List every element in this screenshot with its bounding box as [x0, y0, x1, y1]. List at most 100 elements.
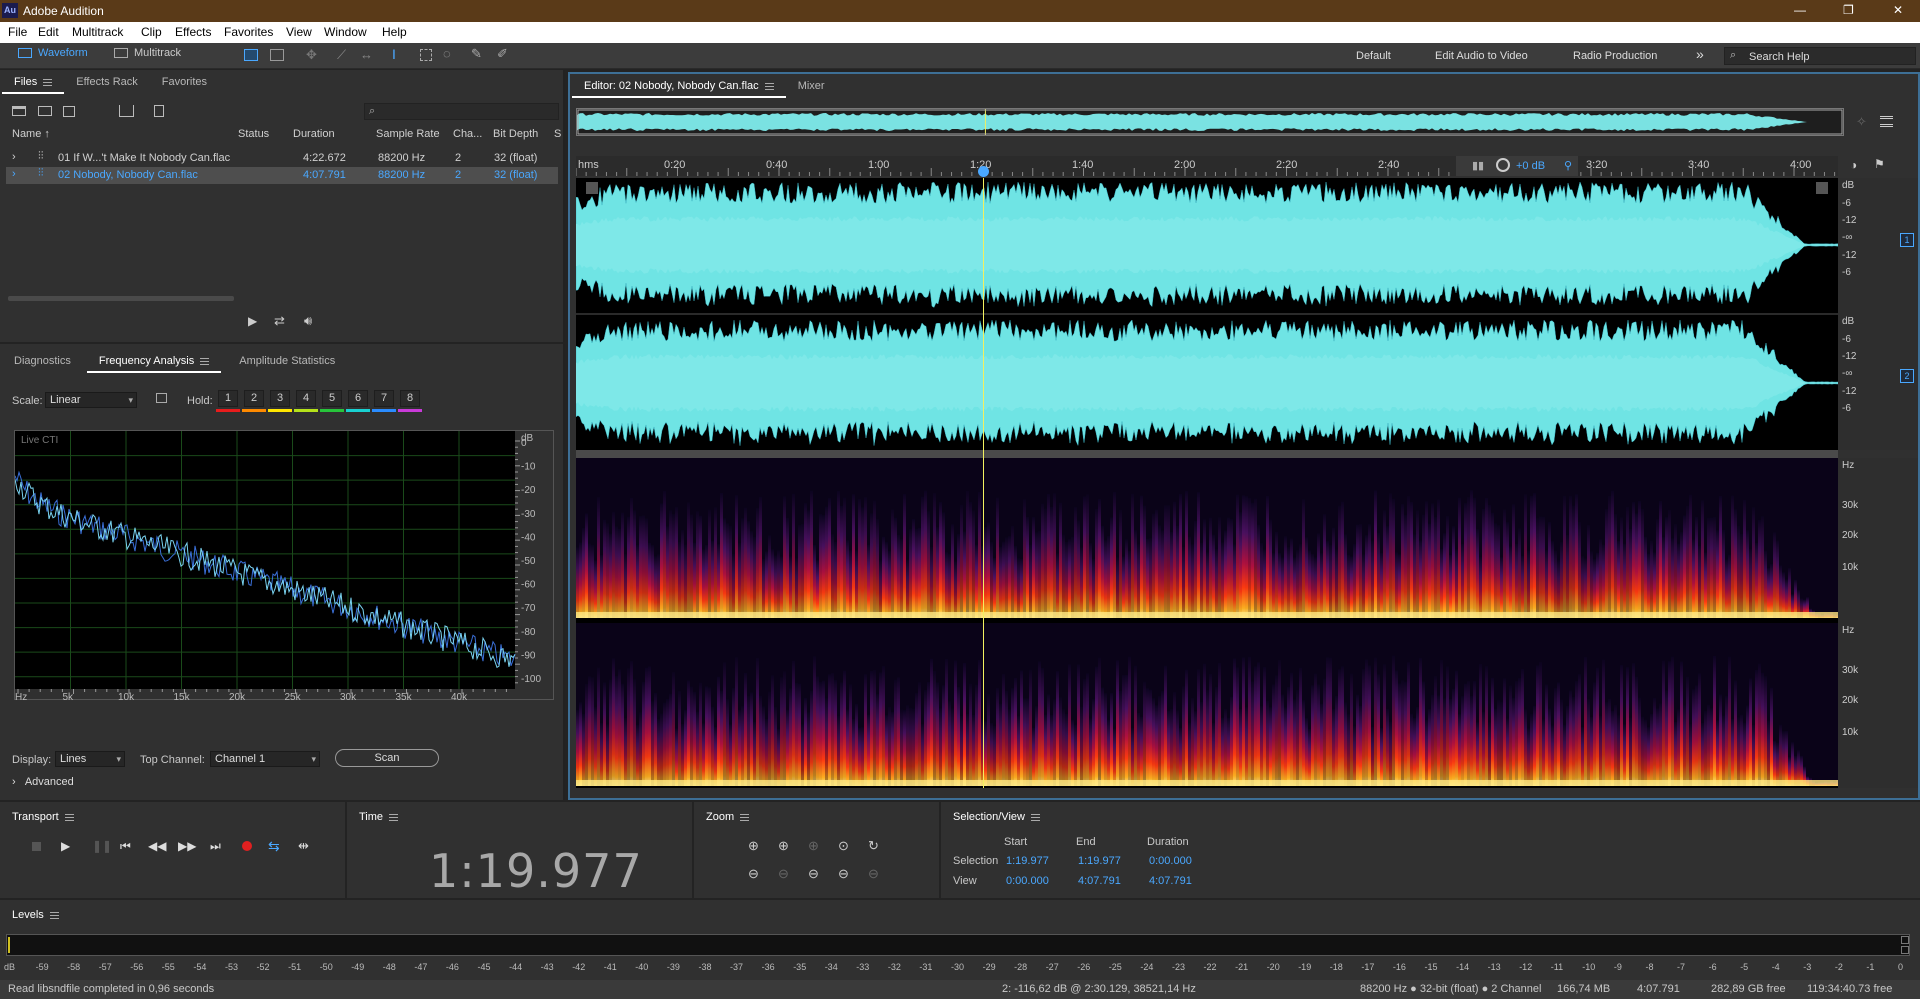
- time-display-format-icon[interactable]: ◑: [1850, 158, 1857, 172]
- menu-help[interactable]: Help: [382, 25, 407, 39]
- spectral-pitch-icon[interactable]: [270, 49, 284, 61]
- spectral-display[interactable]: [576, 458, 1838, 788]
- spectral-divider[interactable]: [576, 450, 1838, 458]
- column-bit-depth[interactable]: Bit Depth: [493, 128, 538, 140]
- loop-button[interactable]: ⇆: [268, 838, 280, 855]
- panel-layout-icon[interactable]: [1880, 116, 1893, 127]
- view-start[interactable]: 0:00.000: [1006, 875, 1049, 887]
- spot-healing-tool-icon[interactable]: ✐: [497, 46, 508, 62]
- hold-button-4[interactable]: 4: [296, 390, 316, 407]
- waveform-display[interactable]: [576, 178, 1838, 450]
- expand-icon[interactable]: ›: [12, 168, 16, 180]
- spectral-display-icon[interactable]: [244, 49, 258, 61]
- delete-icon[interactable]: [154, 105, 164, 117]
- import-file-icon[interactable]: [38, 106, 52, 116]
- file-row-selected[interactable]: › ⫶⫶ 02 Nobody, Nobody Can.flac 4:07.791…: [6, 167, 558, 184]
- tab-favorites[interactable]: Favorites: [150, 70, 219, 94]
- open-file-icon[interactable]: [12, 106, 26, 116]
- zoom-to-fit-icon[interactable]: ✧: [1856, 114, 1867, 130]
- panel-menu-icon[interactable]: [49, 911, 59, 919]
- menu-clip[interactable]: Clip: [141, 25, 162, 39]
- menu-view[interactable]: View: [286, 25, 312, 39]
- panel-menu-icon[interactable]: [740, 813, 750, 821]
- zoom-to-edges-icon[interactable]: ⊖: [838, 866, 849, 882]
- panel-menu-icon[interactable]: [389, 813, 399, 821]
- hold-button-3[interactable]: 3: [270, 390, 290, 407]
- tab-mixer[interactable]: Mixer: [786, 74, 837, 98]
- column-status[interactable]: Status: [238, 128, 269, 140]
- horizontal-scrollbar[interactable]: [8, 296, 234, 301]
- previous-button[interactable]: ⏮: [120, 839, 131, 854]
- menu-multitrack[interactable]: Multitrack: [72, 25, 123, 39]
- view-end[interactable]: 4:07.791: [1078, 875, 1121, 887]
- search-help-field[interactable]: ⌕ Search Help: [1724, 47, 1916, 65]
- waveform-view-button[interactable]: Waveform: [18, 47, 102, 65]
- hold-button-1[interactable]: 1: [218, 390, 238, 407]
- zoom-in-selection-icon[interactable]: ⊕: [808, 838, 819, 854]
- column-channels[interactable]: Cha...: [453, 128, 482, 140]
- scan-button[interactable]: Scan: [335, 749, 439, 767]
- panel-menu-icon[interactable]: [64, 813, 74, 821]
- expand-icon[interactable]: ›: [12, 151, 16, 163]
- menu-edit[interactable]: Edit: [38, 25, 59, 39]
- slip-tool-icon[interactable]: ↔: [360, 47, 373, 62]
- channel-1-toggle[interactable]: 1: [1900, 233, 1914, 247]
- tab-files[interactable]: Files: [2, 70, 65, 94]
- view-duration[interactable]: 4:07.791: [1149, 875, 1192, 887]
- insert-into-multitrack-icon[interactable]: [119, 105, 134, 117]
- gain-knob-icon[interactable]: [1496, 158, 1510, 172]
- hold-button-5[interactable]: 5: [322, 390, 342, 407]
- hold-button-2[interactable]: 2: [244, 390, 264, 407]
- menu-file[interactable]: File: [8, 25, 27, 39]
- pin-hud-icon[interactable]: ⚲: [1564, 159, 1572, 172]
- play-preview-icon[interactable]: ▶: [248, 314, 257, 328]
- current-time-display[interactable]: 1:19.977: [429, 844, 643, 898]
- menu-effects[interactable]: Effects: [175, 25, 211, 39]
- channel-2-toggle[interactable]: 2: [1900, 369, 1914, 383]
- pause-button[interactable]: ❚❚: [92, 839, 112, 853]
- overview-navigator[interactable]: [576, 108, 1844, 136]
- workspace-radio-production[interactable]: Radio Production: [1573, 50, 1657, 62]
- tab-diagnostics[interactable]: Diagnostics: [2, 349, 83, 373]
- hud-gain-control[interactable]: ▮▮ +0 dB ⚲: [1456, 156, 1578, 176]
- minimize-button[interactable]: —: [1794, 3, 1806, 17]
- zoom-out-amplitude-icon[interactable]: ⊖: [748, 866, 759, 882]
- workspace-edit-audio-to-video[interactable]: Edit Audio to Video: [1435, 50, 1528, 62]
- zoom-to-selection-icon[interactable]: ⊙: [838, 838, 849, 854]
- maximize-button[interactable]: ❐: [1843, 3, 1854, 17]
- razor-tool-icon[interactable]: ⟋: [337, 47, 346, 63]
- column-s[interactable]: S: [554, 128, 561, 140]
- display-dropdown[interactable]: Lines: [55, 751, 125, 767]
- column-duration[interactable]: Duration: [293, 128, 335, 140]
- files-search-field[interactable]: ⌕: [364, 103, 559, 120]
- panel-menu-icon[interactable]: [43, 78, 53, 86]
- tab-frequency-analysis[interactable]: Frequency Analysis: [86, 349, 222, 373]
- hold-button-6[interactable]: 6: [348, 390, 368, 407]
- column-sample-rate[interactable]: Sample Rate: [376, 128, 440, 140]
- multitrack-view-button[interactable]: Multitrack: [114, 47, 204, 65]
- selection-end[interactable]: 1:19.977: [1078, 855, 1121, 867]
- scale-dropdown[interactable]: Linear: [45, 392, 137, 408]
- advanced-expander[interactable]: › Advanced: [12, 776, 74, 788]
- loop-preview-icon[interactable]: ⇄: [274, 313, 285, 329]
- zoom-corner-icon[interactable]: [1816, 182, 1828, 194]
- menu-favorites[interactable]: Favorites: [224, 25, 273, 39]
- top-channel-dropdown[interactable]: Channel 1: [210, 751, 320, 767]
- more-workspaces-button[interactable]: »: [1696, 46, 1704, 62]
- time-selection-tool-icon[interactable]: I: [392, 46, 396, 62]
- gain-value[interactable]: +0 dB: [1516, 160, 1545, 172]
- clip-indicator[interactable]: [1901, 946, 1909, 954]
- zoom-corner-icon[interactable]: [586, 182, 598, 194]
- panel-menu-icon[interactable]: [764, 82, 774, 90]
- next-button[interactable]: ⏭: [210, 839, 221, 854]
- copy-graph-icon[interactable]: [156, 393, 167, 403]
- tab-editor[interactable]: Editor: 02 Nobody, Nobody Can.flac: [572, 74, 786, 98]
- fast-forward-button[interactable]: ▶▶: [178, 839, 196, 853]
- panel-menu-icon[interactable]: [200, 357, 210, 365]
- selection-start[interactable]: 1:19.977: [1006, 855, 1049, 867]
- panel-menu-icon[interactable]: [1030, 813, 1040, 821]
- playhead[interactable]: [983, 178, 985, 788]
- close-button[interactable]: ✕: [1893, 3, 1903, 17]
- hold-button-7[interactable]: 7: [374, 390, 394, 407]
- zoom-to-region-icon[interactable]: ⊖: [868, 866, 879, 882]
